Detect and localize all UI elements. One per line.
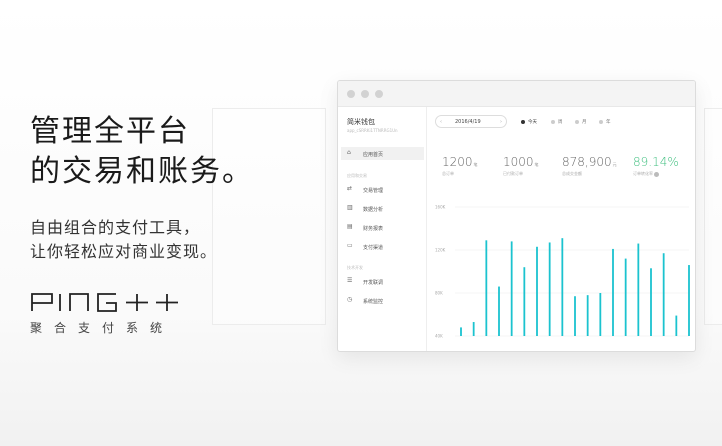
chart-bar[interactable] (498, 286, 500, 336)
chart-bar[interactable] (548, 242, 551, 336)
nav-group-transactions: 应用和交易 (347, 173, 367, 178)
chart-bar[interactable] (510, 241, 513, 336)
chart-bar[interactable] (637, 243, 640, 336)
background-card-right (704, 108, 722, 325)
sidebar: 简米钱包 app_cSRRKi1TTNRRG1Un ⌂ 应用首页 应用和交易 ⇄… (338, 107, 427, 351)
chart-bar[interactable] (612, 248, 614, 336)
chart-bar[interactable] (662, 253, 665, 336)
report-icon: ▤ (347, 223, 353, 230)
chart-bar[interactable] (523, 267, 526, 336)
chart-bar[interactable] (574, 296, 576, 336)
chart-bar[interactable] (688, 265, 690, 336)
headline-line-2: 的交易和账务。 (30, 154, 254, 189)
headline-line-1: 管理全平台 (30, 114, 190, 149)
window-close-dot[interactable] (347, 90, 355, 98)
nav-group-develop: 技术开发 (347, 265, 363, 270)
analytics-icon: ▥ (347, 204, 353, 211)
develop-icon: ☰ (347, 277, 353, 284)
chart-bar[interactable] (472, 322, 475, 336)
chart-bar[interactable] (485, 240, 488, 336)
chart-bar[interactable] (586, 295, 589, 336)
main-panel: ‹ 2016/4/19 › 今天 周 月 年 1200笔 总订单 1000笔 已… (427, 107, 695, 351)
window-titlebar (338, 81, 695, 107)
dashboard-window: 简米钱包 app_cSRRKi1TTNRRG1Un ⌂ 应用首页 应用和交易 ⇄… (337, 80, 696, 352)
home-icon: ⌂ (347, 149, 351, 156)
y-tick-label: 160K (435, 205, 446, 210)
transactions-icon: ⇄ (347, 185, 353, 192)
chart-bar[interactable] (599, 293, 602, 336)
y-tick-label: 40K (435, 334, 443, 339)
sidebar-item-label: 开发联调 (363, 279, 384, 286)
hero: 管理全平台 的交易和账务。 自由组合的支付工具， 让你轻松应对商业变现。 (30, 112, 254, 264)
app-id: app_cSRRKi1TTNRRG1Un (347, 128, 398, 133)
chart-bar[interactable] (460, 327, 462, 336)
sidebar-item-label: 应用首页 (363, 151, 384, 158)
subheadline-line-1: 自由组合的支付工具， (30, 218, 201, 237)
chart-bar[interactable] (675, 315, 678, 336)
chart-bar[interactable] (561, 238, 564, 336)
chart-bar[interactable] (624, 258, 627, 336)
headline: 管理全平台 的交易和账务。 (30, 112, 254, 192)
sidebar-item-label: 财务报表 (363, 225, 384, 232)
sidebar-item-label: 交易管理 (363, 187, 384, 194)
sidebar-item-label: 系统监控 (363, 298, 384, 305)
app-name: 简米钱包 (347, 118, 375, 126)
window-maximize-dot[interactable] (375, 90, 383, 98)
ping-wordmark-logo (31, 293, 178, 312)
chart-bar[interactable] (536, 246, 538, 336)
subheadline-line-2: 让你轻松应对商业变现。 (30, 242, 218, 261)
sidebar-item-label: 支付渠道 (363, 244, 384, 251)
y-tick-label: 120K (435, 248, 446, 253)
subheadline: 自由组合的支付工具， 让你轻松应对商业变现。 (30, 216, 254, 264)
sidebar-item-analytics[interactable]: ▥ 数据分析 (341, 202, 424, 215)
channel-icon: ▭ (347, 242, 353, 249)
sidebar-item-monitor[interactable]: ◷ 系统监控 (341, 294, 424, 307)
sidebar-item-develop[interactable]: ☰ 开发联调 (341, 275, 424, 288)
sidebar-item-label: 数据分析 (363, 206, 384, 213)
window-minimize-dot[interactable] (361, 90, 369, 98)
sidebar-item-transactions[interactable]: ⇄ 交易管理 (341, 183, 424, 196)
sidebar-item-reports[interactable]: ▤ 财务报表 (341, 221, 424, 234)
sidebar-item-home[interactable]: ⌂ 应用首页 (341, 147, 424, 160)
y-tick-label: 80K (435, 291, 443, 296)
logo-subtitle: 聚合支付系统 (30, 321, 175, 335)
monitor-icon: ◷ (347, 296, 353, 303)
ping-logo: 聚合支付系统 (30, 292, 180, 336)
sidebar-item-channels[interactable]: ▭ 支付渠道 (341, 240, 424, 253)
chart-bar[interactable] (650, 268, 652, 336)
orders-bar-chart: 160K 120K 80K 40K (435, 205, 690, 339)
